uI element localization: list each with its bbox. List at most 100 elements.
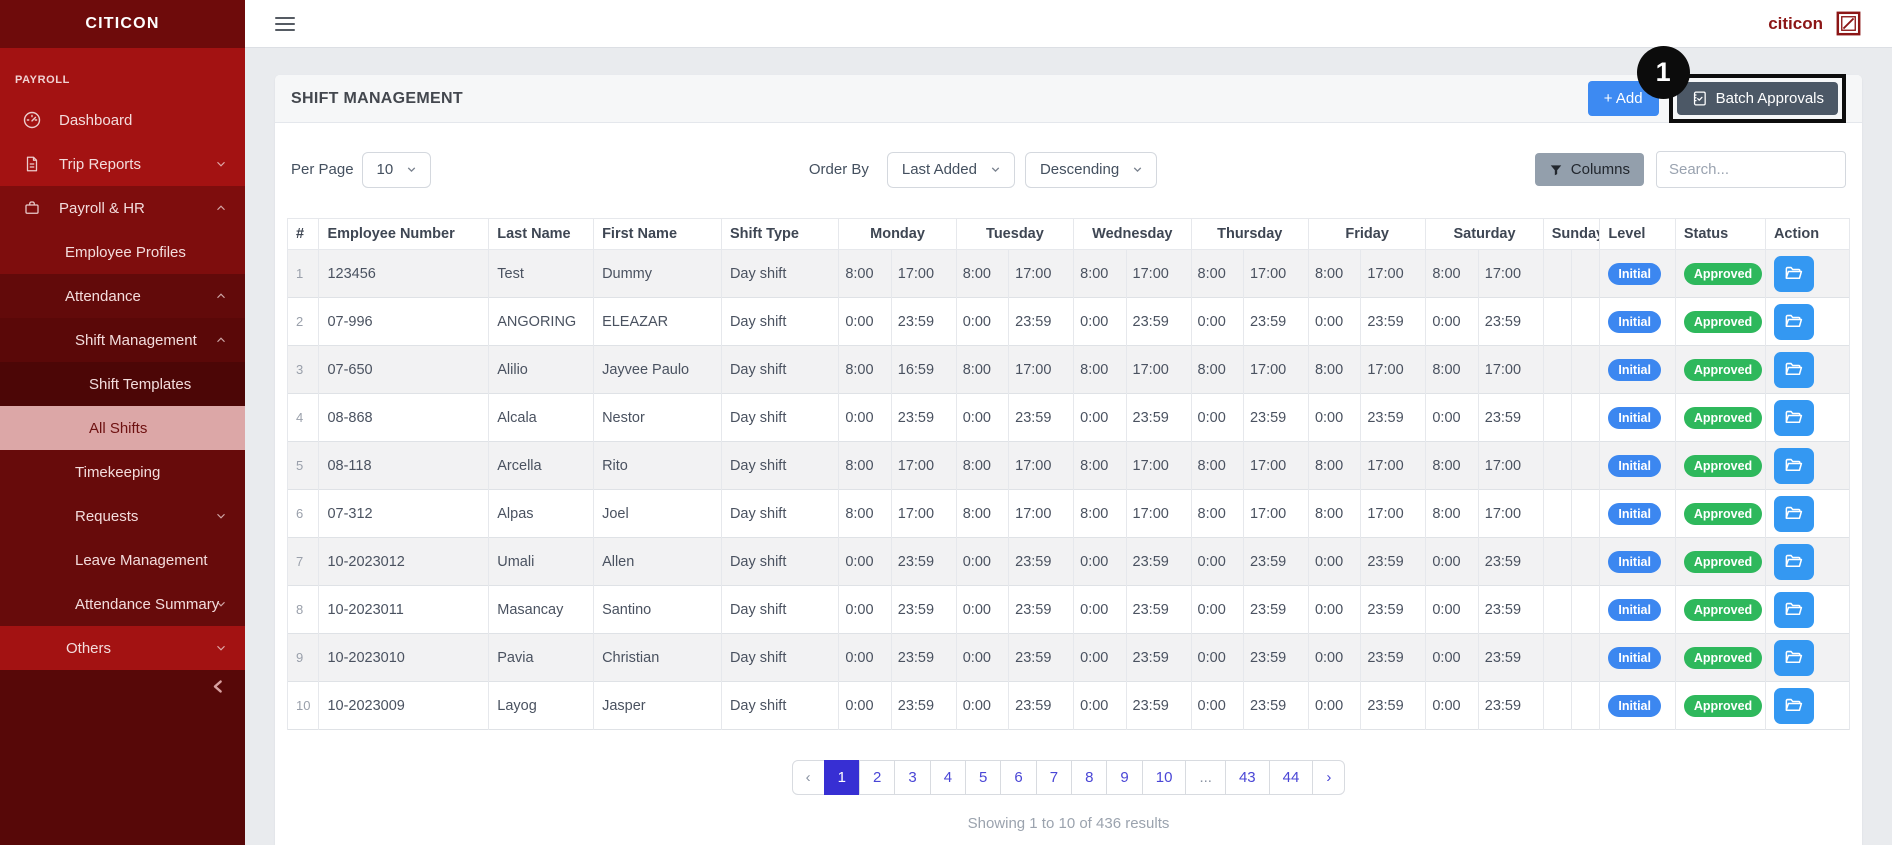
column-header: Last Name [489, 219, 594, 250]
sidebar-item-shift-management[interactable]: Shift Management [0, 318, 245, 362]
page-button[interactable]: 44 [1269, 760, 1314, 795]
open-shift-button[interactable] [1774, 256, 1814, 292]
sidebar-item-label: Leave Management [75, 552, 208, 569]
row-number-cell: 3 [288, 346, 319, 394]
shift-type-cell: Day shift [721, 394, 838, 442]
page-button[interactable]: 9 [1106, 760, 1142, 795]
open-shift-button[interactable] [1774, 304, 1814, 340]
last-name-cell: ANGORING [489, 298, 594, 346]
shift-end-cell [1572, 490, 1600, 538]
level-cell: Initial [1600, 538, 1675, 586]
sidebar-item-dashboard[interactable]: Dashboard [0, 98, 245, 142]
open-shift-button[interactable] [1774, 352, 1814, 388]
shift-start-cell: 0:00 [956, 586, 1008, 634]
open-shift-button[interactable] [1774, 496, 1814, 532]
shift-end-cell: 23:59 [1126, 298, 1191, 346]
row-number-cell: 7 [288, 538, 319, 586]
search-input[interactable] [1656, 151, 1846, 188]
folder-open-icon [1784, 456, 1803, 475]
per-page-select[interactable]: 10 [362, 152, 432, 188]
order-by-select[interactable]: Last Added [887, 152, 1015, 188]
main-area: citicon SHIFT MANAGEMENT + Add [245, 0, 1892, 845]
row-number-cell: 4 [288, 394, 319, 442]
page-button[interactable]: 2 [859, 760, 895, 795]
first-name-cell: Allen [594, 538, 722, 586]
open-shift-button[interactable] [1774, 400, 1814, 436]
sidebar-item-attendance[interactable]: Attendance [0, 274, 245, 318]
shift-start-cell: 0:00 [1426, 682, 1478, 730]
action-cell [1765, 538, 1849, 586]
shift-start-cell [1543, 394, 1571, 442]
page-button[interactable]: 6 [1000, 760, 1036, 795]
shift-end-cell [1572, 250, 1600, 298]
column-header-day: Sunday [1543, 219, 1600, 250]
hamburger-menu-icon[interactable] [275, 17, 295, 31]
shift-start-cell: 0:00 [1191, 394, 1243, 442]
sidebar-item-requests[interactable]: Requests [0, 494, 245, 538]
shift-start-cell: 0:00 [1074, 634, 1126, 682]
shift-end-cell: 23:59 [1478, 634, 1543, 682]
sidebar-collapse-button[interactable] [210, 678, 227, 695]
action-cell [1765, 250, 1849, 298]
page-button[interactable]: 5 [965, 760, 1001, 795]
sidebar-nav: DashboardTrip ReportsPayroll & HR Employe… [0, 98, 245, 670]
sidebar-item-timekeeping[interactable]: Timekeeping [0, 450, 245, 494]
shift-start-cell: 0:00 [956, 394, 1008, 442]
shift-start-cell: 8:00 [1308, 346, 1360, 394]
page-button[interactable]: 7 [1036, 760, 1072, 795]
page-button[interactable]: 1 [824, 760, 860, 795]
shift-start-cell: 0:00 [1191, 586, 1243, 634]
sidebar-item-employee-profiles[interactable]: Employee Profiles [0, 230, 245, 274]
sidebar-item-payroll-hr[interactable]: Payroll & HR [0, 186, 245, 230]
status-cell: Approved [1675, 250, 1765, 298]
shift-end-cell: 23:59 [891, 394, 956, 442]
shift-start-cell: 8:00 [1191, 346, 1243, 394]
shift-start-cell: 0:00 [1308, 682, 1360, 730]
column-header: Action [1765, 219, 1849, 250]
shift-end-cell: 17:00 [1126, 250, 1191, 298]
column-header-day: Tuesday [956, 219, 1073, 250]
open-shift-button[interactable] [1774, 448, 1814, 484]
columns-button[interactable]: Columns [1535, 153, 1644, 186]
next-page-button[interactable]: › [1312, 760, 1345, 795]
shift-end-cell: 16:59 [891, 346, 956, 394]
shift-end-cell: 23:59 [891, 682, 956, 730]
page-button[interactable]: 4 [930, 760, 966, 795]
column-header: Employee Number [319, 219, 489, 250]
sidebar-item-others[interactable]: Others [0, 626, 245, 670]
sidebar-item-shift-templates[interactable]: Shift Templates [0, 362, 245, 406]
employee-number-cell: 10-2023012 [319, 538, 489, 586]
page-button[interactable]: 3 [894, 760, 930, 795]
batch-approvals-button[interactable]: Batch Approvals [1677, 82, 1838, 115]
sidebar-item-attendance-summary[interactable]: Attendance Summary [0, 582, 245, 626]
results-summary: Showing 1 to 10 of 436 results [287, 815, 1850, 832]
open-shift-button[interactable] [1774, 592, 1814, 628]
sort-direction-select[interactable]: Descending [1025, 152, 1157, 188]
shift-start-cell: 0:00 [1308, 538, 1360, 586]
shift-start-cell: 0:00 [839, 586, 891, 634]
open-shift-button[interactable] [1774, 544, 1814, 580]
page-button[interactable]: 43 [1225, 760, 1270, 795]
shift-end-cell: 17:00 [1126, 442, 1191, 490]
shift-start-cell: 8:00 [1308, 490, 1360, 538]
open-shift-button[interactable] [1774, 640, 1814, 676]
sidebar-item-label: Employee Profiles [65, 244, 186, 261]
folder-open-icon [1784, 696, 1803, 715]
shift-end-cell: 23:59 [1243, 298, 1308, 346]
sidebar-item-leave-management[interactable]: Leave Management [0, 538, 245, 582]
employee-number-cell: 10-2023011 [319, 586, 489, 634]
shift-start-cell: 0:00 [1308, 586, 1360, 634]
sidebar-item-all-shifts[interactable]: All Shifts [0, 406, 245, 450]
shift-end-cell [1572, 682, 1600, 730]
sidebar-item-trip-reports[interactable]: Trip Reports [0, 142, 245, 186]
page-button[interactable]: 8 [1071, 760, 1107, 795]
journal-check-icon [1691, 90, 1708, 107]
status-cell: Approved [1675, 682, 1765, 730]
file-icon [22, 154, 42, 174]
shift-start-cell: 0:00 [956, 538, 1008, 586]
page-button[interactable]: 10 [1142, 760, 1187, 795]
open-shift-button[interactable] [1774, 688, 1814, 724]
shift-end-cell: 23:59 [1478, 538, 1543, 586]
prev-page-button[interactable]: ‹ [792, 760, 825, 795]
app-root: CITICON PAYROLL DashboardTrip ReportsPay… [0, 0, 1892, 845]
